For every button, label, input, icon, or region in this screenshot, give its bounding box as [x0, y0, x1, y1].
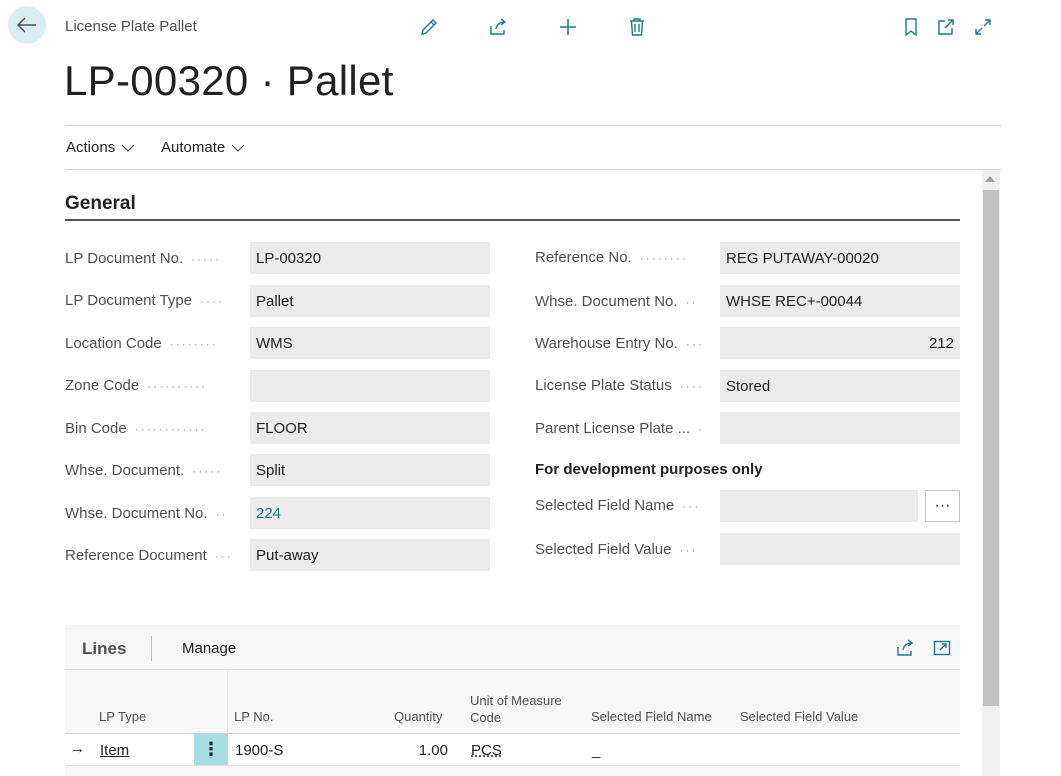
- field-label-parent-license-plate: Parent License Plate ... ·: [535, 420, 705, 437]
- lines-title: Lines: [82, 639, 127, 658]
- breadcrumb: License Plate Pallet: [65, 18, 197, 35]
- share-icon[interactable]: [892, 635, 918, 661]
- field-label-selected-field-name: Selected Field Name ···: [535, 497, 701, 514]
- share-icon[interactable]: [485, 14, 511, 40]
- field-label-whse-document: Whse. Document. ·····: [65, 462, 223, 479]
- field-label-location-code: Location Code ········: [65, 335, 218, 352]
- divider: [65, 765, 960, 766]
- actions-label: Actions: [66, 139, 116, 156]
- whse-document-no-field[interactable]: WHSE REC+-00044: [720, 285, 960, 317]
- bin-code-field[interactable]: FLOOR: [250, 412, 490, 444]
- zone-code-field[interactable]: [250, 370, 490, 402]
- field-label-reference-document: Reference Document ···: [65, 547, 233, 564]
- field-label-whse-document-no-right: Whse. Document No. ··: [535, 293, 698, 310]
- delete-icon[interactable]: [624, 14, 650, 40]
- field-label-reference-no: Reference No. ········: [535, 249, 688, 266]
- column-header-unit-of-measure[interactable]: Unit of Measure Code: [470, 692, 562, 726]
- scroll-up-arrow-icon[interactable]: [985, 176, 995, 182]
- automate-menu[interactable]: Automate: [161, 139, 245, 156]
- whse-document-field[interactable]: Split: [250, 454, 490, 486]
- section-underline: [65, 219, 960, 221]
- column-header-selected-field-value[interactable]: Selected Field Value: [740, 708, 858, 725]
- column-header-uom-line2: Code: [470, 710, 502, 725]
- divider: [65, 669, 960, 670]
- expand-icon[interactable]: [970, 14, 996, 40]
- scrollbar-thumb[interactable]: [983, 190, 999, 706]
- lp-document-type-field[interactable]: Pallet: [250, 285, 490, 317]
- row-menu-button[interactable]: ⋮: [194, 734, 228, 765]
- chevron-down-icon: [231, 144, 245, 152]
- column-header-uom-line1: Unit of Measure: [470, 693, 562, 708]
- lp-type-cell[interactable]: Item: [100, 742, 129, 759]
- license-plate-status-field[interactable]: Stored: [720, 370, 960, 402]
- lp-document-no-field[interactable]: LP-00320: [250, 242, 490, 274]
- add-icon[interactable]: [555, 14, 581, 40]
- warehouse-entry-no-field[interactable]: 212: [720, 327, 960, 359]
- column-header-lp-type[interactable]: LP Type: [99, 708, 146, 725]
- divider: [65, 169, 1001, 170]
- selected-field-value-field[interactable]: [720, 533, 960, 565]
- back-button[interactable]: [8, 6, 46, 44]
- field-label-selected-field-value: Selected Field Value ···: [535, 541, 698, 558]
- parent-license-plate-field[interactable]: [720, 412, 960, 444]
- title-document-no: LP-00320: [64, 57, 249, 104]
- reference-no-field[interactable]: REG PUTAWAY-00020: [720, 242, 960, 274]
- chevron-down-icon: [121, 144, 135, 152]
- dev-group-title: For development purposes only: [535, 461, 763, 478]
- general-section-title: General: [65, 193, 136, 214]
- field-label-lp-document-type: LP Document Type ····: [65, 292, 225, 309]
- open-new-window-icon[interactable]: [929, 635, 955, 661]
- selected-field-name-cell[interactable]: _: [592, 742, 600, 759]
- field-label-warehouse-entry-no: Warehouse Entry No. ···: [535, 335, 704, 352]
- column-header-lp-no[interactable]: LP No.: [234, 708, 274, 725]
- column-header-quantity[interactable]: Quantity: [394, 708, 442, 725]
- title-document-type: Pallet: [286, 57, 394, 104]
- selected-field-name-field[interactable]: [720, 490, 918, 522]
- location-code-field[interactable]: WMS: [250, 327, 490, 359]
- uom-cell[interactable]: PCS: [471, 742, 502, 759]
- field-label-bin-code: Bin Code ············: [65, 420, 207, 437]
- bookmark-icon[interactable]: [898, 14, 924, 40]
- column-header-selected-field-name[interactable]: Selected Field Name: [591, 708, 712, 725]
- field-label-license-plate-status: License Plate Status ····: [535, 377, 704, 394]
- open-new-window-icon[interactable]: [933, 14, 959, 40]
- actions-menu[interactable]: Actions: [66, 139, 135, 156]
- page-title: LP-00320 · Pallet: [64, 56, 394, 105]
- divider: [65, 125, 1001, 126]
- lookup-button[interactable]: ···: [925, 490, 960, 522]
- row-indicator-arrow-icon: →: [70, 740, 85, 757]
- edit-icon[interactable]: [416, 14, 442, 40]
- quantity-cell[interactable]: 1.00: [400, 742, 448, 759]
- divider: [151, 636, 152, 661]
- automate-label: Automate: [161, 139, 226, 156]
- field-label-lp-document-no: LP Document No. ·····: [65, 250, 222, 267]
- whse-document-no-link[interactable]: 224: [250, 497, 490, 529]
- manage-menu[interactable]: Manage: [182, 640, 236, 657]
- lp-no-cell[interactable]: 1900-S: [235, 742, 283, 759]
- field-label-zone-code: Zone Code ··········: [65, 377, 208, 394]
- title-separator: ·: [248, 57, 287, 104]
- field-label-whse-document-no: Whse. Document No. ··: [65, 505, 228, 522]
- reference-document-field[interactable]: Put-away: [250, 539, 490, 571]
- arrow-left-icon: [17, 17, 36, 33]
